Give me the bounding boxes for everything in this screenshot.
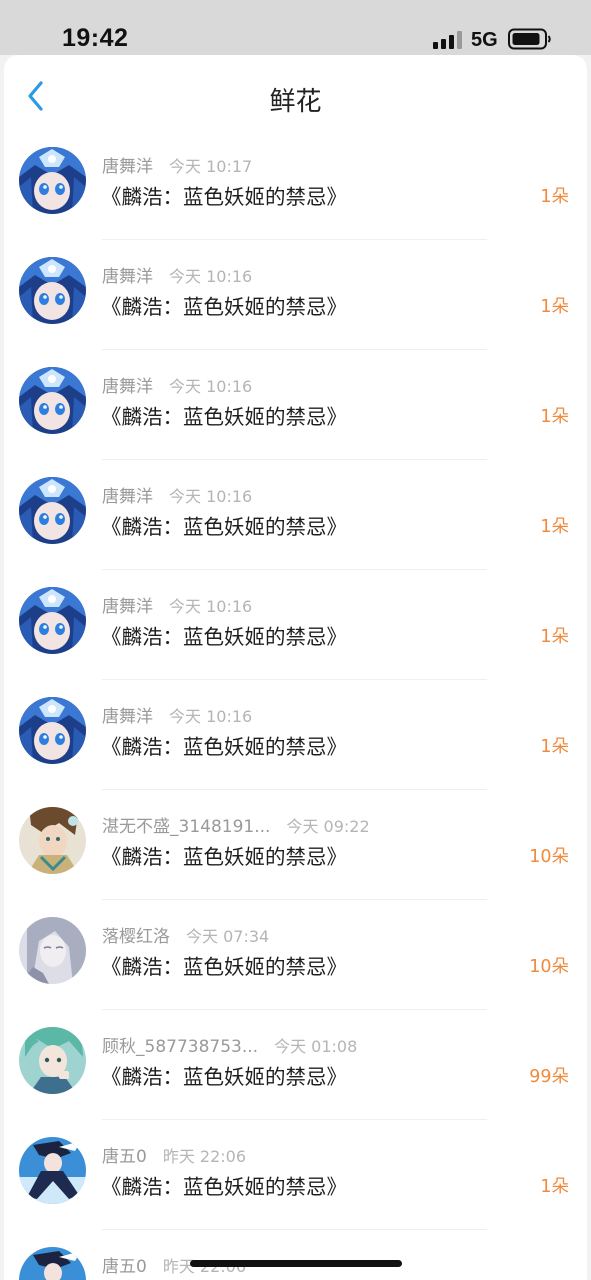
avatar[interactable] — [19, 1027, 86, 1094]
network-type-label: 5G — [471, 29, 498, 51]
meta-line: 唐舞洋 今天 10:16 — [102, 372, 252, 397]
cellular-signal-icon — [433, 31, 462, 49]
flower-count: 10朵 — [529, 847, 569, 867]
flower-count: 1朵 — [540, 407, 569, 427]
post-time: 今天 10:16 — [169, 597, 253, 616]
book-title[interactable]: 《麟浩：蓝色妖姬的禁忌》 — [101, 1170, 347, 1200]
battery-icon — [508, 28, 551, 50]
post-time: 昨天 22:06 — [162, 1147, 247, 1166]
book-title[interactable]: 《麟浩：蓝色妖姬的禁忌》 — [101, 180, 347, 210]
list-item[interactable]: 唐舞洋 今天 10:16 《麟浩：蓝色妖姬的禁忌》 1朵 — [4, 460, 587, 570]
meta-line: 唐舞洋 今天 10:16 — [102, 592, 252, 617]
list-item[interactable]: 湛无不盛_3148191... 今天 09:22 《麟浩：蓝色妖姬的禁忌》 10朵 — [4, 790, 587, 900]
user-name[interactable]: 唐五0 — [102, 1147, 147, 1167]
avatar[interactable] — [19, 477, 86, 544]
green-haired-anime-avatar — [19, 1027, 86, 1094]
page-title: 鲜花 — [269, 87, 322, 117]
flower-count: 1朵 — [540, 517, 569, 537]
book-title[interactable]: 《麟浩：蓝色妖姬的禁忌》 — [101, 950, 347, 980]
flower-count: 1朵 — [540, 187, 569, 207]
meta-line: 顾秋_587738753... 今天 01:08 — [102, 1032, 357, 1057]
list-item[interactable]: 唐舞洋 今天 10:16 《麟浩：蓝色妖姬的禁忌》 1朵 — [4, 240, 587, 350]
avatar[interactable] — [19, 147, 86, 214]
list-item[interactable]: 唐舞洋 今天 10:17 《麟浩：蓝色妖姬的禁忌》 1朵 — [4, 130, 587, 240]
status-bar: 19:42 5G — [0, 0, 591, 55]
blue-haired-anime-avatar — [19, 587, 86, 654]
avatar[interactable] — [19, 697, 86, 764]
meta-line: 唐舞洋 今天 10:17 — [102, 152, 252, 177]
meta-line: 唐舞洋 今天 10:16 — [102, 262, 252, 287]
meta-line: 落樱红洛 今天 07:34 — [102, 922, 269, 947]
book-title[interactable]: 《麟浩：蓝色妖姬的禁忌》 — [101, 620, 347, 650]
post-time: 今天 10:16 — [169, 377, 253, 396]
user-name[interactable]: 唐舞洋 — [102, 267, 153, 287]
user-name[interactable]: 唐五0 — [102, 1257, 147, 1277]
avatar[interactable] — [19, 587, 86, 654]
list-item[interactable]: 唐五0 昨天 22:06 《麟浩：蓝色妖姬的禁忌》 1朵 — [4, 1120, 587, 1230]
silver-haired-anime-avatar — [19, 917, 86, 984]
post-time: 今天 10:17 — [169, 157, 253, 176]
book-title[interactable]: 《麟浩：蓝色妖姬的禁忌》 — [101, 840, 347, 870]
list-item[interactable]: 唐舞洋 今天 10:16 《麟浩：蓝色妖姬的禁忌》 1朵 — [4, 570, 587, 680]
flower-count: 1朵 — [540, 1177, 569, 1197]
status-time: 19:42 — [62, 24, 129, 52]
dark-haired-anime-avatar — [19, 1137, 86, 1204]
list-item[interactable]: 唐五0昨天 22:06 — [4, 1230, 587, 1280]
dark-haired-anime-avatar — [19, 1247, 86, 1280]
user-name[interactable]: 唐舞洋 — [102, 157, 153, 177]
post-time: 今天 10:16 — [169, 487, 253, 506]
blue-haired-anime-avatar — [19, 367, 86, 434]
user-name[interactable]: 唐舞洋 — [102, 597, 153, 617]
book-title[interactable]: 《麟浩：蓝色妖姬的禁忌》 — [101, 1060, 347, 1090]
user-name[interactable]: 唐舞洋 — [102, 377, 153, 397]
avatar[interactable] — [19, 257, 86, 324]
meta-line: 湛无不盛_3148191... 今天 09:22 — [102, 812, 370, 837]
home-indicator[interactable] — [190, 1260, 402, 1267]
blue-haired-anime-avatar — [19, 477, 86, 544]
user-name[interactable]: 湛无不盛_3148191... — [102, 817, 270, 837]
blue-haired-anime-avatar — [19, 257, 86, 324]
list-item[interactable]: 顾秋_587738753... 今天 01:08 《麟浩：蓝色妖姬的禁忌》 99朵 — [4, 1010, 587, 1120]
user-name[interactable]: 唐舞洋 — [102, 487, 153, 507]
blue-haired-anime-avatar — [19, 697, 86, 764]
list-item[interactable]: 落樱红洛 今天 07:34 《麟浩：蓝色妖姬的禁忌》 10朵 — [4, 900, 587, 1010]
navigation-bar: 鲜花 — [4, 55, 587, 130]
flower-count: 99朵 — [529, 1067, 569, 1087]
meta-line: 唐舞洋 今天 10:16 — [102, 702, 252, 727]
avatar[interactable] — [19, 807, 86, 874]
book-title[interactable]: 《麟浩：蓝色妖姬的禁忌》 — [101, 400, 347, 430]
post-time: 今天 01:08 — [274, 1037, 358, 1056]
book-title[interactable]: 《麟浩：蓝色妖姬的禁忌》 — [101, 510, 347, 540]
user-name[interactable]: 唐舞洋 — [102, 707, 153, 727]
user-name[interactable]: 落樱红洛 — [102, 927, 170, 947]
list-item[interactable]: 唐舞洋 今天 10:16 《麟浩：蓝色妖姬的禁忌》 1朵 — [4, 350, 587, 460]
user-name[interactable]: 顾秋_587738753... — [102, 1037, 258, 1057]
flower-count: 1朵 — [540, 297, 569, 317]
book-title[interactable]: 《麟浩：蓝色妖姬的禁忌》 — [101, 290, 347, 320]
flower-count: 10朵 — [529, 957, 569, 977]
avatar[interactable] — [19, 917, 86, 984]
meta-line: 唐舞洋 今天 10:16 — [102, 482, 252, 507]
avatar[interactable] — [19, 1247, 86, 1280]
flower-gift-list: 唐舞洋今天 10:17 《麟浩：蓝色妖姬的禁忌》 1朵 唐舞洋今天 10:1 — [4, 130, 587, 1280]
avatar[interactable] — [19, 1137, 86, 1204]
post-time: 今天 07:34 — [186, 927, 270, 946]
meta-line: 唐五0 昨天 22:06 — [102, 1142, 246, 1167]
avatar[interactable] — [19, 367, 86, 434]
flower-count: 1朵 — [540, 737, 569, 757]
post-time: 今天 10:16 — [169, 707, 253, 726]
post-time: 今天 09:22 — [286, 817, 370, 836]
list-item[interactable]: 唐舞洋 今天 10:16 《麟浩：蓝色妖姬的禁忌》 1朵 — [4, 680, 587, 790]
blue-haired-anime-avatar — [19, 147, 86, 214]
brown-haired-anime-avatar — [19, 807, 86, 874]
flower-count: 1朵 — [540, 627, 569, 647]
post-time: 今天 10:16 — [169, 267, 253, 286]
book-title[interactable]: 《麟浩：蓝色妖姬的禁忌》 — [101, 730, 347, 760]
